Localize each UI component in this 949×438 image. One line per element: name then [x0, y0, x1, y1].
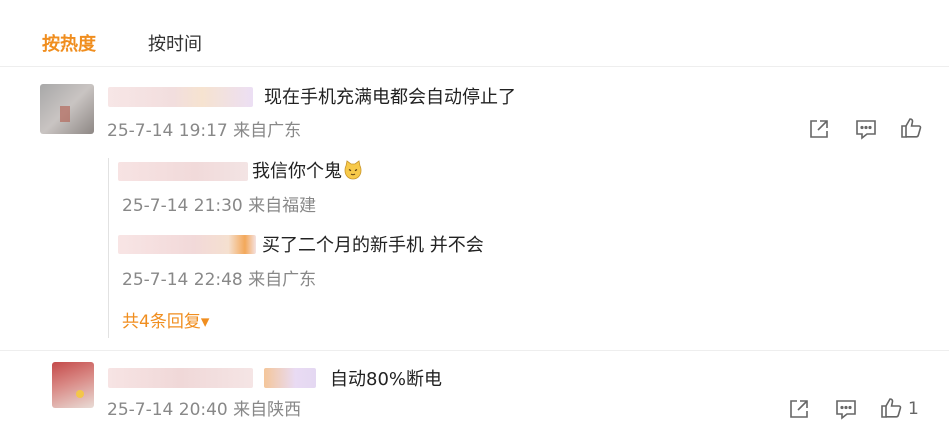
share-icon[interactable]	[808, 118, 830, 140]
cat-emoji-icon	[343, 160, 363, 180]
sort-by-time-tab[interactable]: 按时间	[148, 33, 202, 57]
reply-text: 买了二个月的新手机 并不会	[262, 235, 484, 256]
like-count: 1	[908, 399, 919, 419]
username-redacted[interactable]	[108, 368, 253, 388]
comment-meta: 25-7-14 19:17 来自广东	[107, 121, 302, 141]
like-icon[interactable]	[900, 117, 922, 139]
avatar[interactable]	[52, 362, 94, 408]
badge-redacted	[264, 368, 316, 388]
comment-text: 自动80%断电	[330, 369, 443, 390]
comment-icon[interactable]	[855, 118, 877, 140]
reply-text: 我信你个鬼	[252, 160, 363, 184]
share-icon[interactable]	[788, 398, 810, 420]
username-redacted[interactable]	[118, 235, 256, 254]
sort-by-hot-tab[interactable]: 按热度	[42, 33, 96, 57]
comment-text: 现在手机充满电都会自动停止了	[264, 87, 516, 108]
comment-meta: 25-7-14 20:40 来自陕西	[107, 400, 302, 420]
expand-replies-link[interactable]: 共4条回复▾	[122, 310, 209, 334]
reply-thread-line	[108, 158, 109, 338]
reply-meta: 25-7-14 22:48 来自广东	[122, 270, 317, 290]
username-redacted[interactable]	[118, 162, 248, 181]
avatar[interactable]	[40, 84, 94, 134]
reply-meta: 25-7-14 21:30 来自福建	[122, 196, 317, 216]
comment-icon[interactable]	[835, 398, 857, 420]
like-icon[interactable]	[880, 397, 902, 419]
comment-divider	[0, 350, 949, 351]
tabs-divider	[0, 66, 949, 67]
username-redacted[interactable]	[108, 87, 253, 107]
